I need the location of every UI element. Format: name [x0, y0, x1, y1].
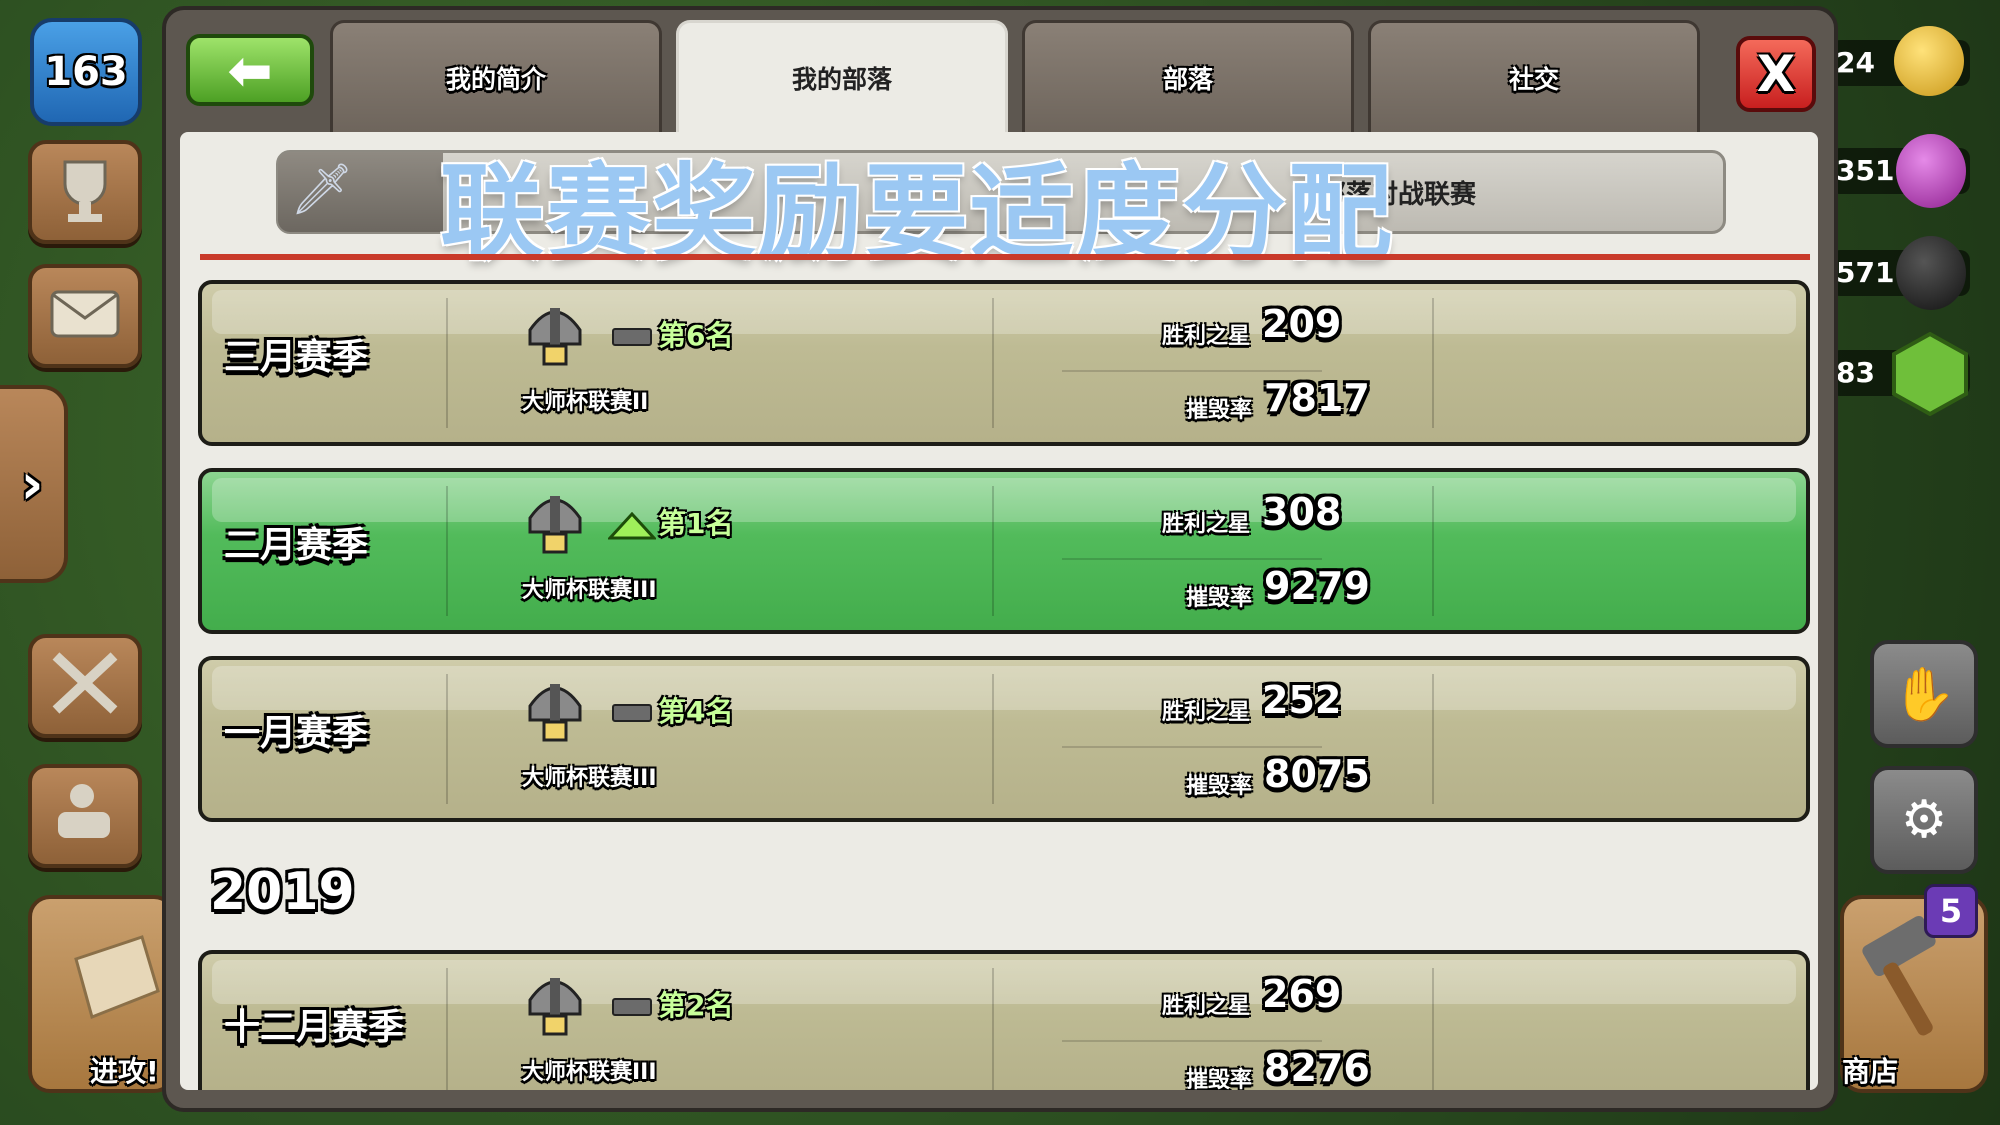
- stars-value: 252: [1262, 678, 1342, 722]
- rank-same-icon: [612, 328, 652, 346]
- rank-text: 第1名: [658, 507, 734, 540]
- rank-up-icon: [608, 512, 656, 540]
- chevron-right-icon: ›: [20, 451, 44, 517]
- league-helmet-icon: [528, 496, 582, 554]
- divider: [1432, 968, 1434, 1090]
- trophy-button[interactable]: [28, 140, 142, 244]
- tab-label: 社交: [1508, 64, 1559, 94]
- stars-value: 269: [1262, 972, 1342, 1016]
- year-heading: 2019: [210, 862, 355, 922]
- league-name: 大师杯联赛II: [522, 390, 649, 415]
- tab-clans[interactable]: 部落: [1022, 20, 1354, 132]
- stars-label: 胜利之星: [1162, 512, 1251, 537]
- divider: [1062, 370, 1322, 372]
- divider: [1432, 674, 1434, 804]
- tab-my-profile[interactable]: 我的简介: [330, 20, 662, 132]
- sword-icon: 🗡: [290, 160, 354, 218]
- divider: [992, 298, 994, 428]
- stars-label: 胜利之星: [1162, 324, 1251, 349]
- divider: [446, 298, 448, 428]
- shop-label: 商店: [1842, 1055, 1899, 1088]
- destruction-label: 摧毁率: [1186, 398, 1253, 423]
- layout-edit-button[interactable]: ✋: [1870, 640, 1978, 748]
- tab-label: 我的简介: [445, 64, 546, 94]
- destruction-value: 7817: [1264, 376, 1370, 420]
- divider: [1432, 298, 1434, 428]
- rank-text: 第6名: [658, 319, 734, 352]
- divider: [1062, 558, 1322, 560]
- tab-label: 我的部落: [791, 64, 892, 94]
- section-divider: [200, 254, 1810, 260]
- arrow-left-icon: ⬅: [227, 38, 273, 102]
- season-card: 一月赛季 第4名 大师杯联赛III 胜利之星 252 摧毁率 8075: [198, 656, 1810, 822]
- map-icon: [74, 935, 160, 1020]
- league-name: 大师杯联赛III: [522, 578, 657, 603]
- destruction-label: 摧毁率: [1186, 586, 1253, 611]
- gold-coin-icon: [1894, 26, 1964, 96]
- season-name: 十二月赛季: [224, 1007, 405, 1048]
- divider: [446, 486, 448, 616]
- close-button[interactable]: X: [1736, 36, 1816, 112]
- rank-text: 第4名: [658, 695, 734, 728]
- dark-elixir-drop-icon: [1896, 236, 1966, 310]
- season-card: 三月赛季 第6名 大师杯联赛II 胜利之星 209 摧毁率 7817: [198, 280, 1810, 446]
- divider: [992, 674, 994, 804]
- league-helmet-icon: [528, 684, 582, 742]
- destruction-label: 摧毁率: [1186, 1068, 1253, 1090]
- destruction-value: 9279: [1264, 564, 1370, 608]
- league-name: 大师杯联赛III: [522, 766, 657, 791]
- stars-label: 胜利之星: [1162, 994, 1251, 1019]
- attack-label: 进攻!: [90, 1055, 159, 1088]
- gem-icon: [1892, 332, 1968, 416]
- destruction-value: 8075: [1264, 752, 1370, 796]
- divider: [992, 968, 994, 1090]
- season-name: 二月赛季: [224, 525, 369, 566]
- back-button[interactable]: ⬅: [186, 34, 314, 106]
- league-helmet-icon: [528, 978, 582, 1036]
- divider: [992, 486, 994, 616]
- crossed-swords-icon: [52, 652, 118, 714]
- stars-value: 308: [1262, 490, 1342, 534]
- divider: [1432, 486, 1434, 616]
- trophy-icon: [63, 160, 107, 222]
- tab-label: 部落: [1162, 64, 1213, 94]
- destruction-label: 摧毁率: [1186, 774, 1253, 799]
- close-icon: X: [1756, 45, 1796, 103]
- builder-icon: [58, 784, 110, 838]
- elixir-drop-icon: [1896, 134, 1966, 208]
- divider: [1062, 1040, 1322, 1042]
- player-level-badge[interactable]: 163: [30, 18, 142, 126]
- builder-button[interactable]: [28, 764, 142, 868]
- divider: [1062, 746, 1322, 748]
- rank-text: 第2名: [658, 989, 734, 1022]
- destruction-value: 8276: [1264, 1046, 1370, 1090]
- season-card: 二月赛季 第1名 大师杯联赛III 胜利之星 308 摧毁率 9279: [198, 468, 1810, 634]
- settings-button[interactable]: ⚙: [1870, 766, 1978, 874]
- hand-move-icon: ✋: [1891, 664, 1957, 725]
- stars-label: 胜利之星: [1162, 700, 1251, 725]
- mail-button[interactable]: [28, 264, 142, 368]
- season-card: 十二月赛季 第2名 大师杯联赛III 胜利之星 269 摧毁率 8276: [198, 950, 1810, 1090]
- gear-icon: ⚙: [1900, 790, 1948, 850]
- divider: [446, 968, 448, 1090]
- league-helmet-icon: [528, 308, 582, 366]
- season-name: 一月赛季: [224, 713, 369, 754]
- rank-same-icon: [612, 704, 652, 722]
- battle-button[interactable]: [28, 634, 142, 738]
- shop-notification-badge: 5: [1924, 884, 1978, 938]
- tab-my-clan[interactable]: 我的部落: [676, 20, 1008, 132]
- mail-icon: [50, 290, 120, 338]
- tab-social[interactable]: 社交: [1368, 20, 1700, 132]
- league-name: 大师杯联赛III: [522, 1060, 657, 1085]
- divider: [446, 674, 448, 804]
- rank-same-icon: [612, 998, 652, 1016]
- expand-arrow-button[interactable]: ›: [0, 385, 68, 583]
- stars-value: 209: [1262, 302, 1342, 346]
- season-name: 三月赛季: [224, 337, 369, 378]
